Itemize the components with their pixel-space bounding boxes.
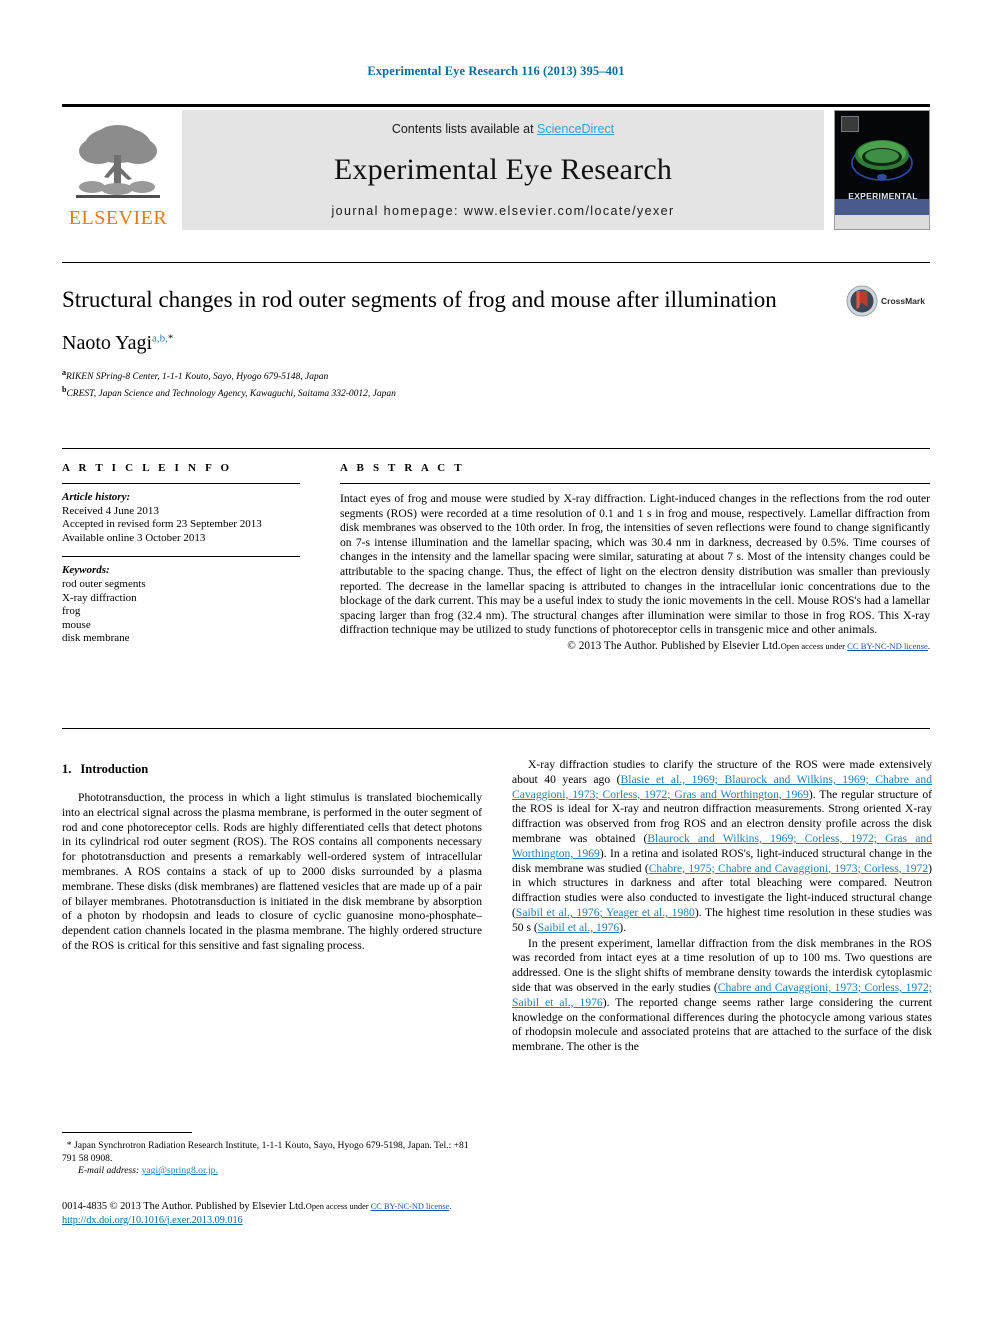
body-left-column: 1. Introduction Phototransduction, the pr… [62,762,482,955]
email-link[interactable]: yagi@spring8.or.jp. [142,1165,218,1176]
section-title: Introduction [80,762,149,776]
elsevier-wordmark: ELSEVIER [68,207,168,229]
journal-masthead: ELSEVIER Contents lists available at Sci… [62,104,930,230]
corresponding-footnote: * Japan Synchrotron Radiation Research I… [62,1140,482,1178]
footer-copyright-line: 0014-4835 © 2013 The Author. Published b… [62,1200,762,1214]
affiliation-b-text: CREST, Japan Science and Technology Agen… [66,388,396,399]
abstract-copyright: © 2013 The Author. Published by Elsevier… [340,640,930,652]
article-page: Experimental Eye Research 116 (2013) 395… [0,0,992,1323]
citation-link[interactable]: Saibil et al., 1976; Yeager et al., 1980 [516,906,695,919]
cover-color-band [835,199,929,215]
article-info-rule [62,483,300,484]
footnote-email-line: E-mail address: yagi@spring8.or.jp. [62,1165,482,1178]
history-available: Available online 3 October 2013 [62,531,206,544]
author-name: Naoto Yagi [62,332,153,354]
article-info-heading: A R T I C L E I N F O [62,462,233,474]
abstract-heading: A B S T R A C T [340,462,465,474]
crossmark-icon [846,285,878,317]
issn-copyright: 0014-4835 © 2013 The Author. Published b… [62,1201,306,1212]
keyword-item: rod outer segments [62,577,146,590]
cover-publisher-mark-icon [841,116,859,132]
affiliation-a-text: RIKEN SPring-8 Center, 1-1-1 Kouto, Sayo… [66,372,329,383]
contents-lists-prefix: Contents lists available at [391,122,538,136]
title-block: Structural changes in rod outer segments… [62,286,782,400]
para2-seg-f: ). [619,920,626,934]
crossmark-label: CrossMark [881,296,925,306]
open-access-text: Open access under [780,640,848,651]
paragraph-intro-3: In the present experiment, lamellar diff… [512,937,932,1055]
section-heading-introduction: 1. Introduction [62,762,482,777]
email-label: E-mail address: [78,1165,140,1177]
citation-link[interactable]: Chabre, 1975; Chabre and Cavaggioni, 197… [649,862,928,875]
journal-cover-thumbnail[interactable]: EXPERIMENTAL EYE RESEARCH [834,110,930,230]
journal-banner: Contents lists available at ScienceDirec… [182,110,824,230]
sciencedirect-link[interactable]: ScienceDirect [537,122,614,136]
cover-eye-graphic-icon [851,140,913,181]
affiliation-list: aRIKEN SPring-8 Center, 1-1-1 Kouto, Say… [62,367,782,400]
footer-period: . [449,1202,452,1211]
keyword-item: frog [62,605,81,618]
abstract-text: Intact eyes of frog and mouse were studi… [340,492,930,637]
journal-homepage[interactable]: journal homepage: www.elsevier.com/locat… [331,204,674,218]
doi-link[interactable]: http://dx.doi.org/10.1016/j.exer.2013.09… [62,1215,243,1226]
abstract-rule [340,483,930,484]
article-info-column: A R T I C L E I N F O Article history: R… [62,462,300,646]
keywords-label: Keywords: [62,564,110,577]
affiliation-b: bCREST, Japan Science and Technology Age… [62,384,782,401]
footer-open-access: Open access under [305,1202,371,1211]
title-divider [62,262,930,263]
running-head: Experimental Eye Research 116 (2013) 395… [367,64,625,78]
author-line: Naoto Yagia,b,* [62,332,782,355]
section-number: 1. [62,762,72,776]
footnote-star: * [66,1140,72,1151]
copyright-period: . [927,640,930,651]
license-link[interactable]: CC BY-NC-ND license [847,641,928,651]
page-title: Structural changes in rod outer segments… [62,287,777,312]
keyword-item: X-ray diffraction [62,591,137,604]
journal-title: Experimental Eye Research [333,153,673,186]
body-right-column: X-ray diffraction studies to clarify the… [512,758,932,1056]
keywords-block: Keywords: rod outer segments X-ray diffr… [62,564,300,646]
elsevier-logo: ELSEVIER [62,110,174,230]
citation-link[interactable]: Saibil et al., 1976 [538,921,619,934]
cover-footer-strip [835,215,929,229]
article-history-label: Article history: [62,491,131,503]
copyright-text: © 2013 The Author. Published by Elsevier… [567,639,781,652]
keywords-rule [62,556,300,558]
footnote-address: Japan Synchrotron Radiation Research Ins… [62,1140,469,1164]
footer-doi-line: http://dx.doi.org/10.1016/j.exer.2013.09… [62,1214,762,1228]
footnote-rule [62,1132,192,1133]
crossmark-badge[interactable]: CrossMark [846,284,936,318]
keyword-item: disk membrane [62,632,130,645]
page-footer: 0014-4835 © 2013 The Author. Published b… [62,1200,762,1227]
contents-lists-line: Contents lists available at ScienceDirec… [392,122,614,136]
paragraph-intro-1: Phototransduction, the process in which … [62,791,482,952]
footnote-address-line: * Japan Synchrotron Radiation Research I… [62,1140,482,1165]
article-history: Article history: Received 4 June 2013 Ac… [62,491,300,545]
history-accepted: Accepted in revised form 23 September 20… [62,518,262,531]
abstract-column: A B S T R A C T Intact eyes of frog and … [340,462,930,652]
elsevier-tree-icon [76,125,160,198]
corresponding-author-marker: * [167,332,174,345]
info-divider-top [62,448,930,449]
history-received: Received 4 June 2013 [62,504,159,517]
author-affiliation-markers: a,b, [152,332,168,345]
footer-license-link[interactable]: CC BY-NC-ND license [371,1202,450,1211]
affiliation-a: aRIKEN SPring-8 Center, 1-1-1 Kouto, Say… [62,367,782,384]
info-divider-bottom [62,728,930,729]
keyword-item: mouse [62,618,91,631]
paragraph-intro-2: X-ray diffraction studies to clarify the… [512,758,932,936]
